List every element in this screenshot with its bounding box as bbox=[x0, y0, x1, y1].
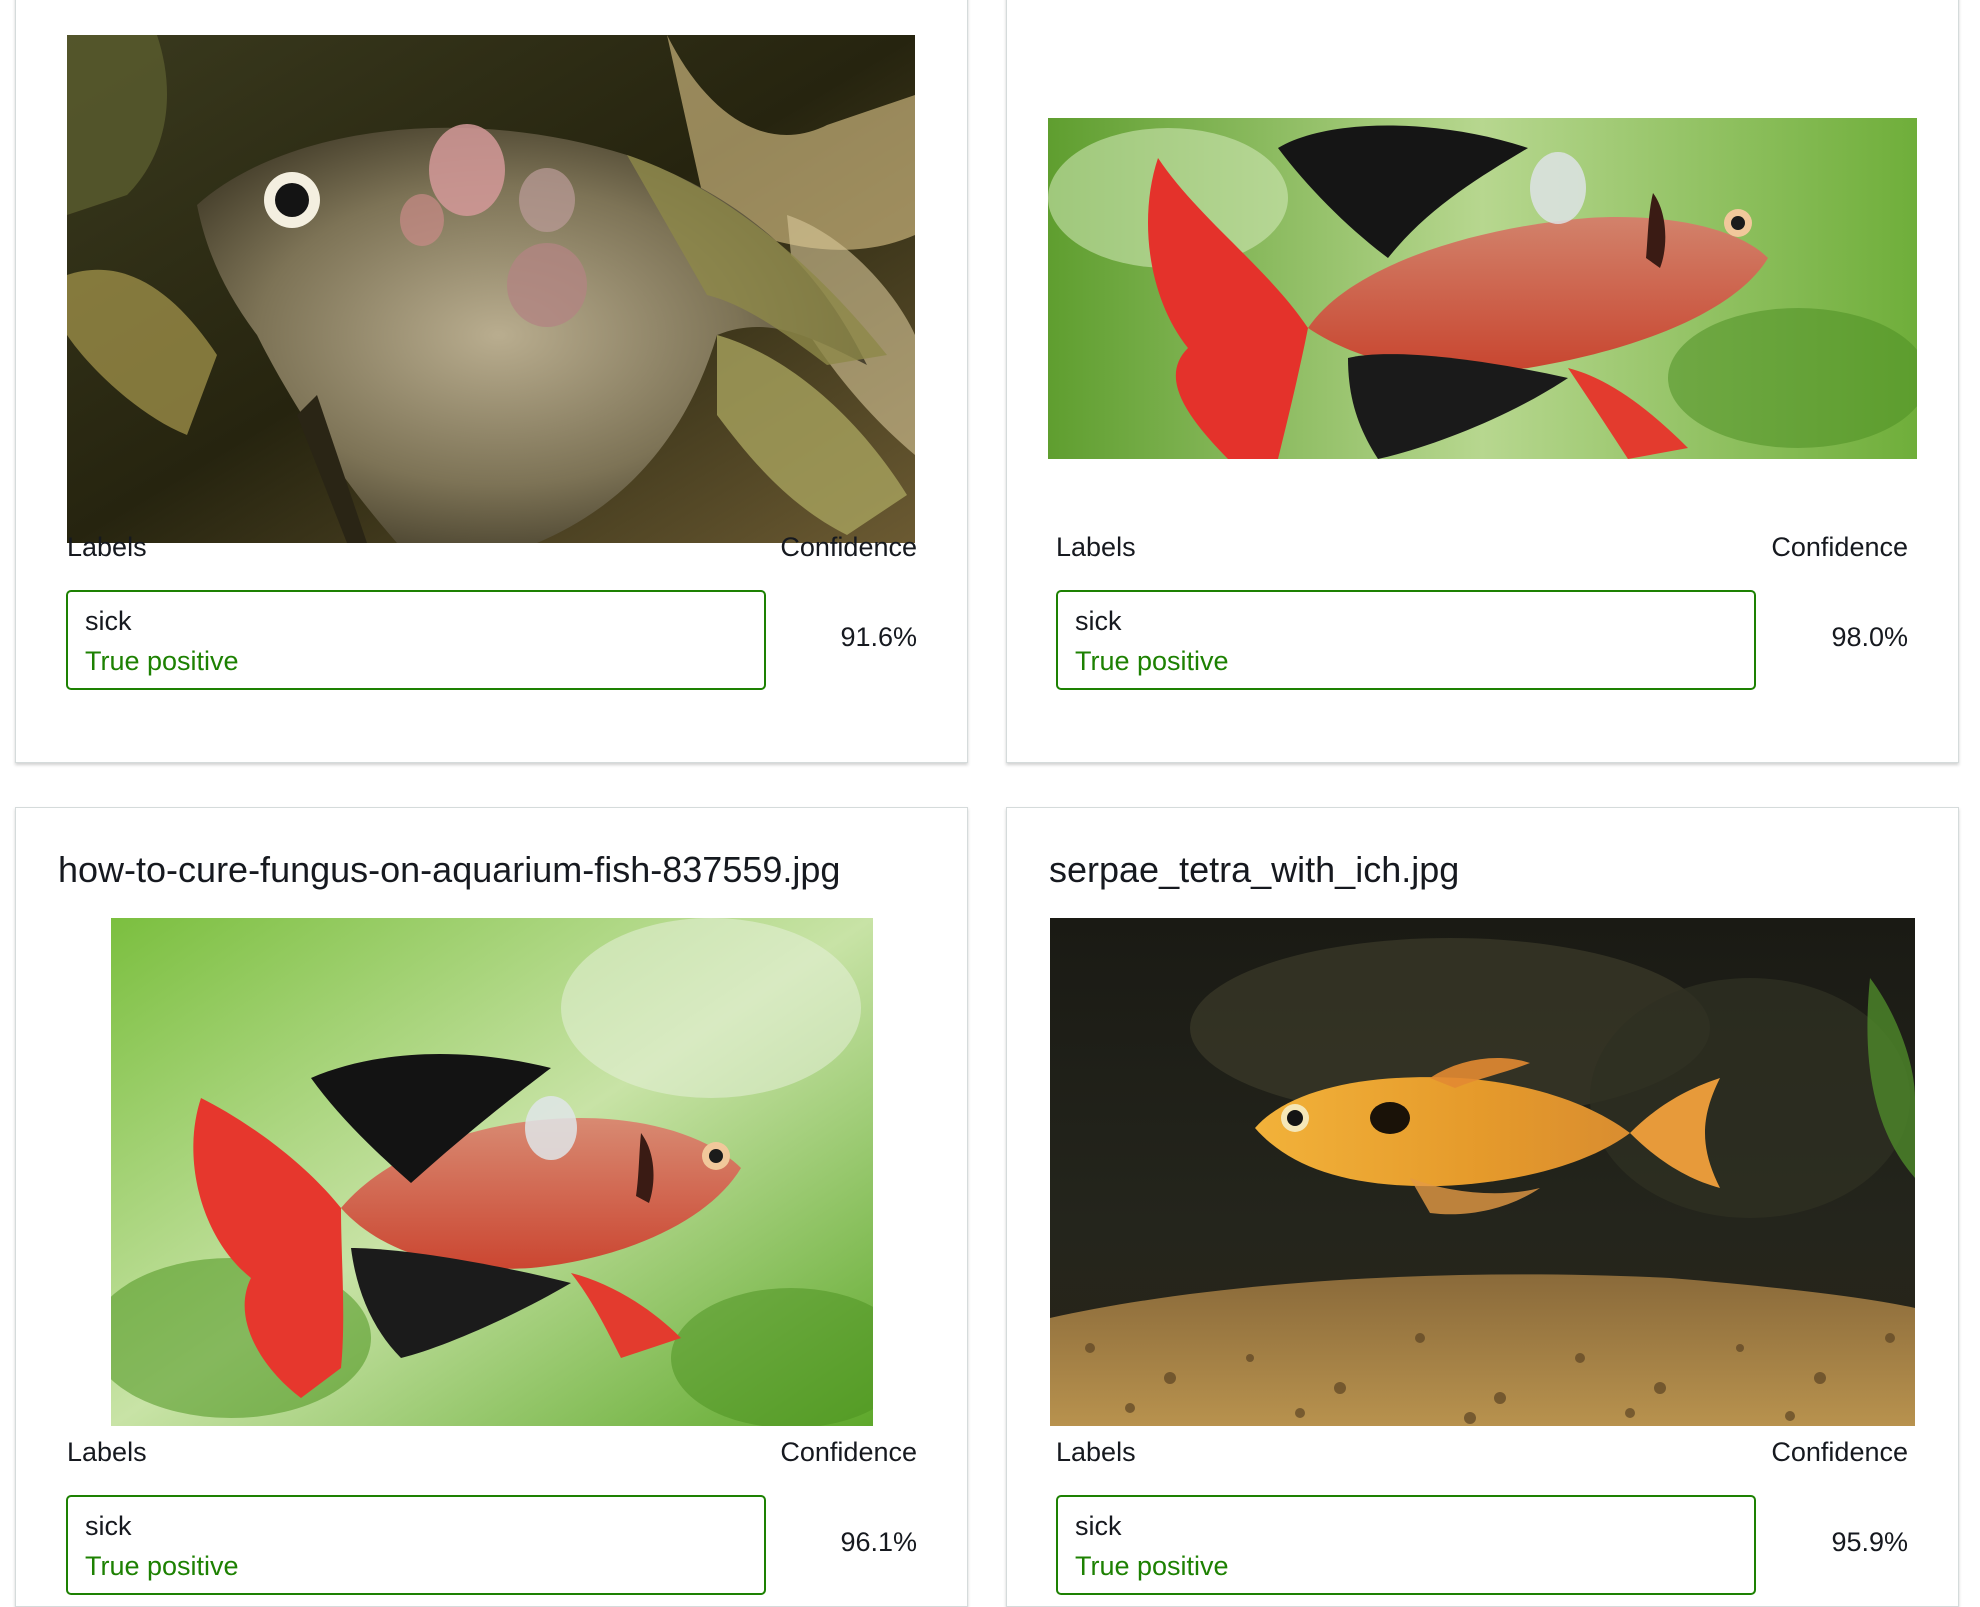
result-card-1: Labels Confidence sick True positive 91.… bbox=[15, 0, 968, 763]
card-4-image bbox=[1050, 918, 1915, 1426]
confidence-header: Confidence bbox=[780, 532, 917, 562]
card-2-image bbox=[1048, 118, 1917, 459]
result-card-4: serpae_tetra_with_ich.jpg Labels Confide… bbox=[1006, 807, 1959, 1607]
confidence-header: Confidence bbox=[1771, 1437, 1908, 1467]
label-status: True positive bbox=[85, 646, 239, 676]
labels-header: Labels bbox=[1056, 1437, 1136, 1467]
card-3-filename: how-to-cure-fungus-on-aquarium-fish-8375… bbox=[58, 849, 841, 890]
card-3-image bbox=[111, 918, 873, 1426]
card-4-filename: serpae_tetra_with_ich.jpg bbox=[1049, 849, 1460, 890]
label-result: sick True positive bbox=[66, 590, 766, 690]
labels-header: Labels bbox=[67, 1437, 147, 1467]
label-name: sick bbox=[85, 606, 132, 636]
label-name: sick bbox=[1075, 1511, 1122, 1541]
label-status: True positive bbox=[85, 1551, 239, 1581]
result-card-3: how-to-cure-fungus-on-aquarium-fish-8375… bbox=[15, 807, 968, 1607]
label-status: True positive bbox=[1075, 646, 1229, 676]
confidence-value: 98.0% bbox=[1831, 622, 1908, 652]
label-result: sick True positive bbox=[66, 1495, 766, 1595]
confidence-value: 95.9% bbox=[1831, 1527, 1908, 1557]
label-name: sick bbox=[1075, 606, 1122, 636]
confidence-header: Confidence bbox=[1771, 532, 1908, 562]
confidence-header: Confidence bbox=[780, 1437, 917, 1467]
labels-header: Labels bbox=[1056, 532, 1136, 562]
confidence-value: 96.1% bbox=[840, 1527, 917, 1557]
label-result: sick True positive bbox=[1056, 1495, 1756, 1595]
result-card-2: Labels Confidence sick True positive 98.… bbox=[1006, 0, 1959, 763]
confidence-value: 91.6% bbox=[840, 622, 917, 652]
label-result: sick True positive bbox=[1056, 590, 1756, 690]
label-name: sick bbox=[85, 1511, 132, 1541]
label-status: True positive bbox=[1075, 1551, 1229, 1581]
labels-header: Labels bbox=[67, 532, 147, 562]
card-1-image bbox=[67, 35, 915, 543]
